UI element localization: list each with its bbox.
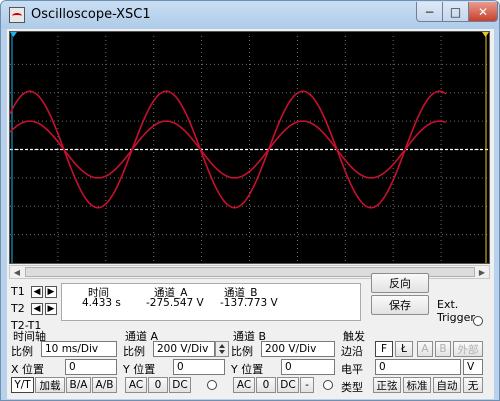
trigger-falling-edge-icon[interactable]: Ł bbox=[395, 341, 413, 357]
channel-b-dc-button[interactable]: DC bbox=[277, 377, 299, 393]
client-area: ◀ ▶ T1 ◀ ▶ T2 ◀ ▶ T2-T1 时间 通道_A 通道_B 4.4… bbox=[7, 29, 494, 399]
channel-b-ypos-field[interactable]: 0 bbox=[281, 359, 335, 375]
measurement-readout: 时间 通道_A 通道_B 4.433 s -275.547 V -137.773… bbox=[61, 283, 361, 321]
t1-left-arrow-icon[interactable]: ◀ bbox=[31, 286, 43, 298]
ext-trigger-terminal-icon[interactable] bbox=[473, 316, 483, 326]
mode-ba-button[interactable]: B/A bbox=[66, 377, 91, 393]
trigger-type-label: 类型 bbox=[341, 381, 363, 394]
cursor-t1-marker-icon bbox=[10, 32, 17, 37]
t1-right-arrow-icon[interactable]: ▶ bbox=[45, 286, 57, 298]
mode-yt-button[interactable]: Y/T bbox=[11, 377, 34, 393]
channel-a-ypos-field[interactable]: 0 bbox=[173, 359, 225, 375]
scroll-right-icon[interactable]: ▶ bbox=[475, 266, 489, 278]
trigger-level-unit[interactable]: V bbox=[463, 359, 483, 375]
trigger-source-a-button[interactable]: A bbox=[417, 341, 433, 357]
trigger-sine-button[interactable]: 正弦 bbox=[373, 377, 401, 393]
channel-a-ypos-label: Y 位置 bbox=[123, 363, 156, 376]
readout-b-value: -137.773 V bbox=[220, 297, 278, 309]
oscilloscope-icon bbox=[9, 7, 25, 23]
trigger-standard-button[interactable]: 标准 bbox=[403, 377, 431, 393]
timebase-scale-label: 比例 bbox=[11, 345, 33, 358]
trigger-title: 触发 bbox=[343, 330, 365, 343]
oscilloscope-window: Oscilloscope-XSC1 − □ ✕ ◀ ▶ T1 ◀ ▶ T2 ◀ … bbox=[0, 0, 500, 401]
trigger-level-field[interactable]: 0 bbox=[375, 359, 461, 375]
channel-a-zero-button[interactable]: 0 bbox=[148, 377, 168, 393]
t2-right-arrow-icon[interactable]: ▶ bbox=[45, 303, 57, 315]
cursor-panel: T1 ◀ ▶ T2 ◀ ▶ T2-T1 时间 通道_A 通道_B 4.433 s… bbox=[9, 281, 369, 332]
mode-add-button[interactable]: 加载 bbox=[35, 377, 65, 393]
t2-left-arrow-icon[interactable]: ◀ bbox=[31, 303, 43, 315]
timebase-xpos-label: X 位置 bbox=[11, 363, 45, 376]
trigger-edge-label: 边沿 bbox=[341, 345, 363, 358]
maximize-button[interactable]: □ bbox=[442, 2, 469, 22]
minimize-button[interactable]: − bbox=[416, 2, 443, 22]
scope-plot bbox=[10, 32, 489, 263]
trigger-auto-button[interactable]: 自动 bbox=[433, 377, 461, 393]
readout-time-value: 4.433 s bbox=[82, 297, 121, 309]
mode-ab-button[interactable]: A/B bbox=[92, 377, 117, 393]
channel-b-terminal-icon[interactable] bbox=[323, 380, 333, 390]
trigger-rising-edge-icon[interactable]: F bbox=[375, 341, 393, 357]
channel-a-ac-button[interactable]: AC bbox=[125, 377, 147, 393]
channel-a-scale-label: 比例 bbox=[123, 345, 145, 358]
channel-a-terminal-icon[interactable] bbox=[207, 380, 217, 390]
readout-a-value: -275.547 V bbox=[146, 297, 204, 309]
channel-a-dc-button[interactable]: DC bbox=[169, 377, 191, 393]
scroll-left-icon[interactable]: ◀ bbox=[10, 266, 24, 278]
t1-label: T1 bbox=[11, 285, 25, 298]
channel-b-ypos-label: Y 位置 bbox=[231, 363, 264, 376]
window-title: Oscilloscope-XSC1 bbox=[31, 7, 151, 22]
reverse-button[interactable]: 反向 bbox=[371, 273, 429, 293]
channel-b-scale-field[interactable]: 200 V/Div bbox=[261, 341, 335, 357]
channel-a-scale-field[interactable]: 200 V/Div bbox=[153, 341, 215, 357]
t2-label: T2 bbox=[11, 302, 25, 315]
timebase-scale-field[interactable]: 10 ms/Div bbox=[41, 341, 117, 357]
channel-b-zero-button[interactable]: 0 bbox=[256, 377, 276, 393]
trigger-level-label: 电平 bbox=[341, 363, 363, 376]
channel-a-scale-spinner-icon[interactable] bbox=[215, 341, 229, 357]
channel-b-invert-button[interactable]: - bbox=[300, 377, 314, 393]
cursor-t2-marker-icon bbox=[482, 32, 489, 37]
channel-b-ac-button[interactable]: AC bbox=[233, 377, 255, 393]
ext-trigger-label: Ext. Trigger bbox=[437, 298, 475, 324]
scope-display bbox=[9, 31, 490, 264]
trigger-source-ext-button[interactable]: 外部 bbox=[453, 341, 483, 357]
trigger-none-button[interactable]: 无 bbox=[463, 377, 483, 393]
timebase-xpos-field[interactable]: 0 bbox=[65, 359, 117, 375]
trigger-source-b-button[interactable]: B bbox=[435, 341, 451, 357]
channel-b-scale-label: 比例 bbox=[231, 345, 253, 358]
save-button[interactable]: 保存 bbox=[371, 295, 429, 315]
title-bar[interactable]: Oscilloscope-XSC1 − □ ✕ bbox=[1, 1, 499, 29]
close-button[interactable]: ✕ bbox=[468, 2, 498, 22]
